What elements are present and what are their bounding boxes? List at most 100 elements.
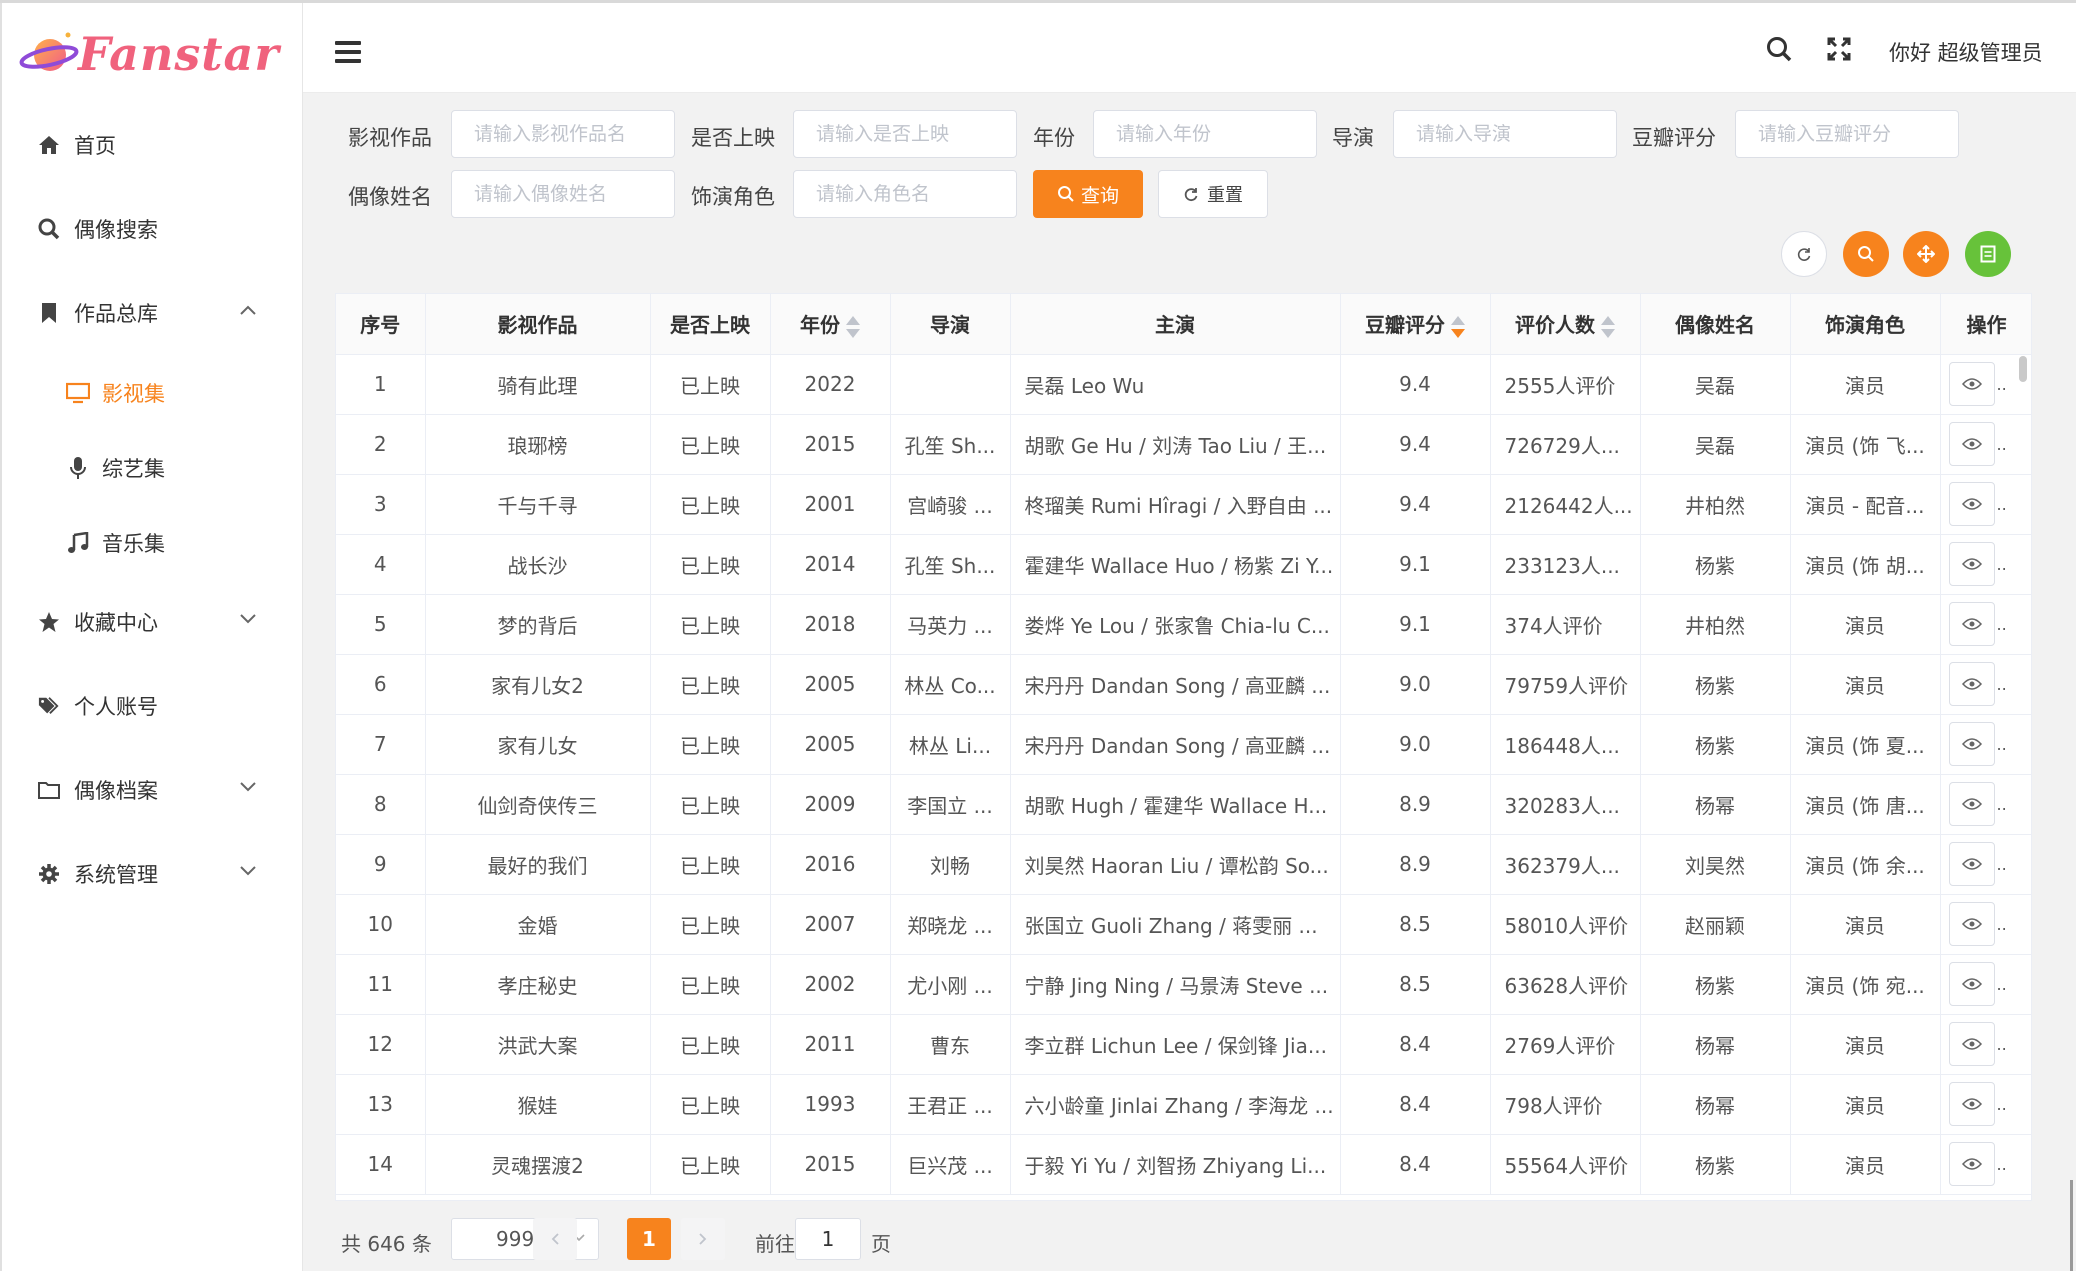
goto-page-input[interactable]: 1 (795, 1218, 861, 1260)
cell-role: 演员 (1790, 654, 1941, 715)
cell-rating: 9.4 (1340, 354, 1491, 415)
sidebar-item-label: 系统管理 (74, 863, 158, 887)
sidebar-item-account[interactable]: 个人账号 (2, 664, 302, 748)
table-row[interactable]: 9 最好的我们 已上映 2016 刘畅 刘昊然 Haoran Liu / 谭松韵 So..… (336, 834, 2031, 895)
cell-director: 林丛 Co... (890, 654, 1011, 715)
cell-idol: 吴磊 (1640, 354, 1791, 415)
view-button[interactable] (1948, 602, 1995, 646)
chevron-right-icon (699, 1233, 707, 1245)
prev-page-button[interactable] (533, 1218, 577, 1260)
view-button[interactable] (1948, 842, 1995, 886)
view-button[interactable] (1948, 782, 1995, 826)
cell-year: 1993 (770, 1074, 891, 1135)
view-button[interactable] (1948, 1082, 1995, 1126)
query-button[interactable]: 查询 (1033, 170, 1143, 218)
view-button[interactable] (1948, 1022, 1995, 1066)
table-row[interactable]: 8 仙剑奇侠传三 已上映 2009 李国立 ... 胡歌 Hugh / 霍建华 Walla… (336, 774, 2031, 835)
view-button[interactable] (1948, 1142, 1995, 1186)
view-button[interactable] (1948, 482, 1995, 526)
sidebar-item-film-tv[interactable]: 影视集 (2, 355, 302, 430)
page-suffix: 页 (871, 1232, 891, 1256)
sort-caret-icon[interactable] (846, 315, 860, 339)
table-row[interactable]: 1 骑有此理 已上映 2022 吴磊 Leo Wu 9.4 2555人评价 吴磊 演员.. (336, 354, 2031, 415)
user-greeting[interactable]: 你好 超级管理员 (1889, 37, 2043, 67)
role-input[interactable]: 请输入角色名 (793, 170, 1017, 218)
toggle-search-button[interactable] (1843, 231, 1889, 277)
cell-idol: 吴磊 (1640, 414, 1791, 475)
table-row[interactable]: 13 猴娃 已上映 1993 王君正 ... 六小龄童 Jinlai Zhang / 李海… (336, 1074, 2031, 1135)
sidebar-item-home[interactable]: 首页 (2, 103, 302, 187)
sidebar-item-idol-search[interactable]: 偶像搜索 (2, 187, 302, 271)
view-button[interactable] (1948, 662, 1995, 706)
view-button[interactable] (1948, 902, 1995, 946)
cell-rating: 8.9 (1340, 774, 1491, 835)
menu-toggle-icon[interactable] (335, 41, 361, 63)
col-header-rating[interactable]: 豆瓣评分 (1340, 294, 1491, 355)
cell-review-count: 2555人评价 (1490, 354, 1641, 415)
sidebar-item-variety[interactable]: 综艺集 (2, 430, 302, 505)
view-button[interactable] (1948, 962, 1995, 1006)
cell-actions: .. (1940, 534, 2031, 595)
cell-director: 刘畅 (890, 834, 1011, 895)
page-number-current[interactable]: 1 (627, 1218, 671, 1260)
col-header-index: 序号 (336, 294, 426, 355)
view-button[interactable] (1948, 362, 1995, 406)
idol-name-input[interactable]: 请输入偶像姓名 (451, 170, 675, 218)
table-row[interactable]: 6 家有儿女2 已上映 2005 林丛 Co... 宋丹丹 Dandan Song / 高… (336, 654, 2031, 715)
chevron-left-icon (551, 1233, 559, 1245)
sort-caret-icon[interactable] (1451, 315, 1465, 339)
export-button[interactable] (1965, 231, 2011, 277)
sort-caret-icon[interactable] (1601, 315, 1615, 339)
cell-review-count: 233123人... (1490, 534, 1641, 595)
rating-input[interactable]: 请输入豆瓣评分 (1735, 110, 1959, 158)
col-header-year[interactable]: 年份 (770, 294, 891, 355)
table-row[interactable]: 11 孝庄秘史 已上映 2002 尤小刚 ... 宁静 Jing Ning / 马景涛 S… (336, 954, 2031, 1015)
view-button[interactable] (1948, 722, 1995, 766)
table-row[interactable]: 7 家有儿女 已上映 2005 林丛 Li... 宋丹丹 Dandan Song / 高亚… (336, 714, 2031, 775)
move-columns-button[interactable] (1903, 231, 1949, 277)
eye-icon (1961, 438, 1982, 450)
eye-icon (1961, 378, 1982, 390)
fullscreen-icon[interactable] (1827, 37, 1851, 61)
next-page-button[interactable] (681, 1218, 725, 1260)
table-row[interactable]: 4 战长沙 已上映 2014 孔笙 Sh... 霍建华 Wallace Huo / 杨紫 … (336, 534, 2031, 595)
table-row[interactable]: 10 金婚 已上映 2007 郑晓龙 ... 张国立 Guoli Zhang / 蒋雯丽 … (336, 894, 2031, 955)
search-icon[interactable] (1766, 36, 1792, 62)
table-scrollbar[interactable] (2019, 356, 2027, 382)
cell-index: 5 (336, 594, 426, 655)
work-name-input[interactable]: 请输入影视作品名 (451, 110, 675, 158)
filter-rating-label: 豆瓣评分 (1632, 126, 1716, 150)
reset-button[interactable]: 重置 (1158, 170, 1268, 218)
table-row[interactable]: 3 千与千寻 已上映 2001 宫崎骏 ... 柊瑠美 Rumi Hîragi / 入野自… (336, 474, 2031, 535)
filter-year-label: 年份 (1033, 126, 1075, 150)
cell-director: 王君正 ... (890, 1074, 1011, 1135)
year-input[interactable]: 请输入年份 (1093, 110, 1317, 158)
director-input[interactable]: 请输入导演 (1393, 110, 1617, 158)
table-row[interactable]: 12 洪武大案 已上映 2011 曹东 李立群 Lichun Lee / 保剑锋 Jia.… (336, 1014, 2031, 1075)
cell-released: 已上映 (650, 774, 771, 835)
more-dots: .. (1996, 374, 2007, 394)
table-row[interactable]: 5 梦的背后 已上映 2018 马英力 ... 娄烨 Ye Lou / 张家鲁 Chia-… (336, 594, 2031, 655)
sidebar-item-system[interactable]: 系统管理 (2, 832, 302, 916)
cell-role: 演员 (1790, 1134, 1941, 1195)
query-button-label: 查询 (1080, 184, 1119, 207)
table-row[interactable]: 2 琅琊榜 已上映 2015 孔笙 Sh... 胡歌 Ge Hu / 刘涛 Tao Liu… (336, 414, 2031, 475)
sidebar-item-label: 作品总库 (74, 302, 158, 326)
table-row[interactable]: 14 灵魂摆渡2 已上映 2015 巨兴茂 ... 于毅 Yi Yu / 刘智扬 Zhiy… (336, 1134, 2031, 1195)
filter-released-label: 是否上映 (691, 126, 775, 150)
sidebar-item-idol-archive[interactable]: 偶像档案 (2, 748, 302, 832)
refresh-button[interactable] (1781, 231, 1827, 277)
cell-actions: .. (1940, 654, 2031, 715)
view-button[interactable] (1948, 542, 1995, 586)
view-button[interactable] (1948, 422, 1995, 466)
col-header-review-count[interactable]: 评价人数 (1490, 294, 1641, 355)
sidebar-item-music[interactable]: 音乐集 (2, 505, 302, 580)
released-input[interactable]: 请输入是否上映 (793, 110, 1017, 158)
sidebar-item-works-library[interactable]: 作品总库 (2, 271, 302, 355)
sidebar-item-favorites[interactable]: 收藏中心 (2, 580, 302, 664)
brand-logo[interactable]: Fanstar (18, 19, 280, 89)
sidebar-item-label: 偶像搜索 (74, 218, 158, 242)
cell-director: 郑晓龙 ... (890, 894, 1011, 955)
cell-director: 孔笙 Sh... (890, 414, 1011, 475)
cell-work: 洪武大案 (425, 1014, 651, 1075)
